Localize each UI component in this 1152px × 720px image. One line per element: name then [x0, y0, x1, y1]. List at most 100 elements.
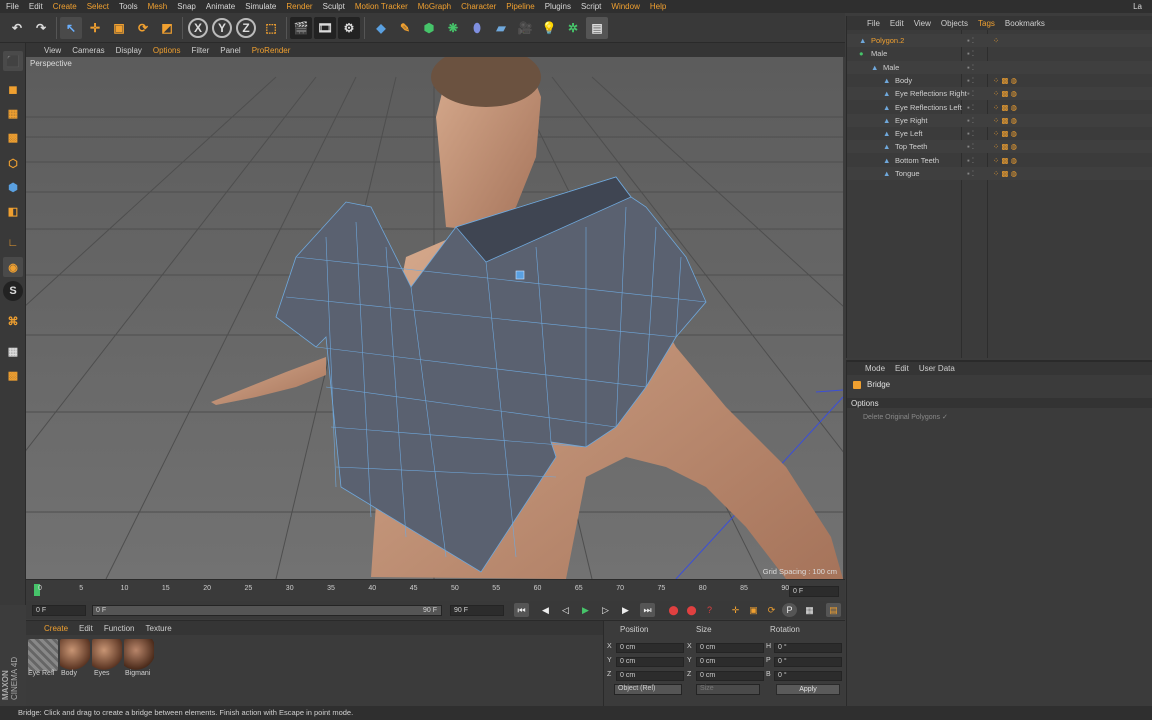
play-icon[interactable]: ▶: [578, 603, 593, 617]
object-tags-icon[interactable]: ⁘: [993, 34, 999, 47]
menu-plugins[interactable]: Plugins: [545, 0, 571, 13]
menu-snap[interactable]: Snap: [177, 0, 196, 13]
apply-button[interactable]: Apply: [776, 684, 840, 695]
menu-render[interactable]: Render: [286, 0, 312, 13]
preview-range-slider[interactable]: 0 F 90 F: [92, 605, 442, 616]
timeline-ruler[interactable]: 0 5 10 15 20 25 30 35 40 45 50 55 60 65 70 75 80 85 90 0 F: [26, 579, 845, 601]
object-name[interactable]: Polygon.2: [871, 34, 904, 47]
size-field[interactable]: 0 cm: [696, 643, 764, 653]
visibility-toggle-icon[interactable]: ▪ ⁚: [967, 114, 974, 127]
axis-icon[interactable]: ∟: [3, 233, 23, 253]
viewport-menu-filter[interactable]: Filter: [191, 46, 209, 55]
object-menu-objects[interactable]: Objects: [941, 19, 968, 28]
floor-icon[interactable]: ▰: [490, 17, 512, 39]
record-scale-icon[interactable]: ▣: [746, 603, 761, 617]
model-mode-icon[interactable]: ◼: [3, 79, 23, 99]
scale-icon[interactable]: ▣: [108, 17, 130, 39]
visibility-toggle-icon[interactable]: ▪ ⁚: [967, 154, 974, 167]
menu-animate[interactable]: Animate: [206, 0, 235, 13]
solo-icon[interactable]: ▩: [3, 365, 23, 385]
object-tags-icon[interactable]: ⁘ ▩ ◍: [993, 140, 1017, 153]
size-mode-select[interactable]: Size: [696, 684, 760, 695]
visibility-toggle-icon[interactable]: ▪ ⁚: [967, 74, 974, 87]
edges-mode-icon[interactable]: ⬢: [3, 177, 23, 197]
locked-workplane-icon[interactable]: ⌘: [3, 311, 23, 331]
go-to-start-icon[interactable]: ⏮: [514, 603, 529, 617]
menu-character[interactable]: Character: [461, 0, 496, 13]
object-tags-icon[interactable]: ⁘ ▩ ◍: [993, 87, 1017, 100]
object-row[interactable]: ▲ Eye Right ▪ ⁚ ⁘ ▩ ◍: [847, 113, 1152, 127]
record-rotation-icon[interactable]: ⟳: [764, 603, 779, 617]
visibility-toggle-icon[interactable]: ▪ ⁚: [967, 47, 974, 60]
object-menu-file[interactable]: File: [867, 19, 880, 28]
object-row[interactable]: ▲ Top Teeth ▪ ⁚ ⁘ ▩ ◍: [847, 140, 1152, 154]
menu-motion-tracker[interactable]: Motion Tracker: [355, 0, 408, 13]
menu-mesh[interactable]: Mesh: [148, 0, 168, 13]
redo-icon[interactable]: ↷: [30, 17, 52, 39]
object-tags-icon[interactable]: ⁘ ▩ ◍: [993, 127, 1017, 140]
visibility-toggle-icon[interactable]: ▪ ⁚: [967, 87, 974, 100]
menu-sculpt[interactable]: Sculpt: [323, 0, 345, 13]
material-menu-texture[interactable]: Texture: [146, 624, 172, 633]
planar-workplane-icon[interactable]: ▦: [3, 341, 23, 361]
material-menu-edit[interactable]: Edit: [79, 624, 93, 633]
position-field[interactable]: 0 cm: [616, 643, 684, 653]
render-view-icon[interactable]: 🎬: [290, 17, 312, 39]
keyframe-selection-icon[interactable]: ?: [702, 603, 717, 617]
object-name[interactable]: Eye Reflections Right: [895, 87, 967, 100]
visibility-toggle-icon[interactable]: ▪ ⁚: [967, 167, 974, 180]
attribute-menu-edit[interactable]: Edit: [895, 364, 909, 373]
object-row[interactable]: ● Male ▪ ⁚: [847, 47, 1152, 60]
object-name[interactable]: Body: [895, 74, 912, 87]
delete-original-polygons-checkbox[interactable]: Delete Original Polygons ✓: [863, 413, 948, 421]
previous-frame-icon[interactable]: ◁: [558, 603, 573, 617]
object-name[interactable]: Male: [883, 61, 899, 74]
rotate-icon[interactable]: ⟳: [132, 17, 154, 39]
render-picture-viewer-icon[interactable]: 🎞: [314, 17, 336, 39]
object-name[interactable]: Male: [871, 47, 887, 60]
material-thumbnail[interactable]: [60, 639, 90, 671]
layout-selector[interactable]: La: [1133, 0, 1142, 13]
object-row[interactable]: ▲ Male ▪ ⁚: [847, 60, 1152, 74]
menu-window[interactable]: Window: [611, 0, 639, 13]
workplane-icon[interactable]: ▩: [3, 127, 23, 147]
timeline-layout-icon[interactable]: ▤: [826, 603, 841, 617]
object-menu-view[interactable]: View: [914, 19, 931, 28]
previous-key-icon[interactable]: ◀: [538, 603, 553, 617]
object-name[interactable]: Eye Right: [895, 114, 928, 127]
start-frame-field[interactable]: 0 F: [32, 605, 86, 616]
visibility-toggle-icon[interactable]: ▪ ⁚: [967, 61, 974, 74]
viewport-perspective[interactable]: Perspective Grid Spacing : 100 cm: [26, 57, 843, 579]
material-thumbnail[interactable]: [92, 639, 122, 671]
menu-script[interactable]: Script: [581, 0, 601, 13]
rotation-field[interactable]: 0 °: [774, 671, 842, 681]
object-tags-icon[interactable]: ⁘ ▩ ◍: [993, 167, 1017, 180]
material-menu-create[interactable]: Create: [44, 624, 68, 633]
object-tags-icon[interactable]: ⁘ ▩ ◍: [993, 74, 1017, 87]
menu-help[interactable]: Help: [650, 0, 666, 13]
points-mode-icon[interactable]: ⬡: [3, 153, 23, 173]
snap-icon[interactable]: S: [3, 281, 23, 301]
cube-icon[interactable]: ◆: [370, 17, 392, 39]
record-pla-icon[interactable]: ▦: [802, 603, 817, 617]
object-menu-edit[interactable]: Edit: [890, 19, 904, 28]
pen-spline-icon[interactable]: ✎: [394, 17, 416, 39]
make-editable-icon[interactable]: ⬛: [3, 51, 23, 71]
menu-pipeline[interactable]: Pipeline: [506, 0, 534, 13]
menu-select[interactable]: Select: [87, 0, 109, 13]
object-row[interactable]: ▲ Body ▪ ⁚ ⁘ ▩ ◍: [847, 74, 1152, 87]
object-name[interactable]: Tongue: [895, 167, 920, 180]
object-row[interactable]: ▲ Eye Left ▪ ⁚ ⁘ ▩ ◍: [847, 127, 1152, 140]
layout-icon[interactable]: ▤: [586, 17, 608, 39]
size-field[interactable]: 0 cm: [696, 671, 764, 681]
rotation-field[interactable]: 0 °: [774, 643, 842, 653]
deformer-icon[interactable]: ⬮: [466, 17, 488, 39]
viewport-menu-options[interactable]: Options: [153, 46, 181, 55]
live-selection-icon[interactable]: ↖: [60, 17, 82, 39]
object-tags-icon[interactable]: ⁘ ▩ ◍: [993, 101, 1017, 114]
visibility-toggle-icon[interactable]: ▪ ⁚: [967, 34, 974, 47]
record-active-objects-icon[interactable]: ⬤: [666, 603, 681, 617]
scene-icon[interactable]: ✲: [562, 17, 584, 39]
current-frame-field[interactable]: 0 F: [789, 586, 839, 597]
recent-tools-icon[interactable]: ◩: [156, 17, 178, 39]
